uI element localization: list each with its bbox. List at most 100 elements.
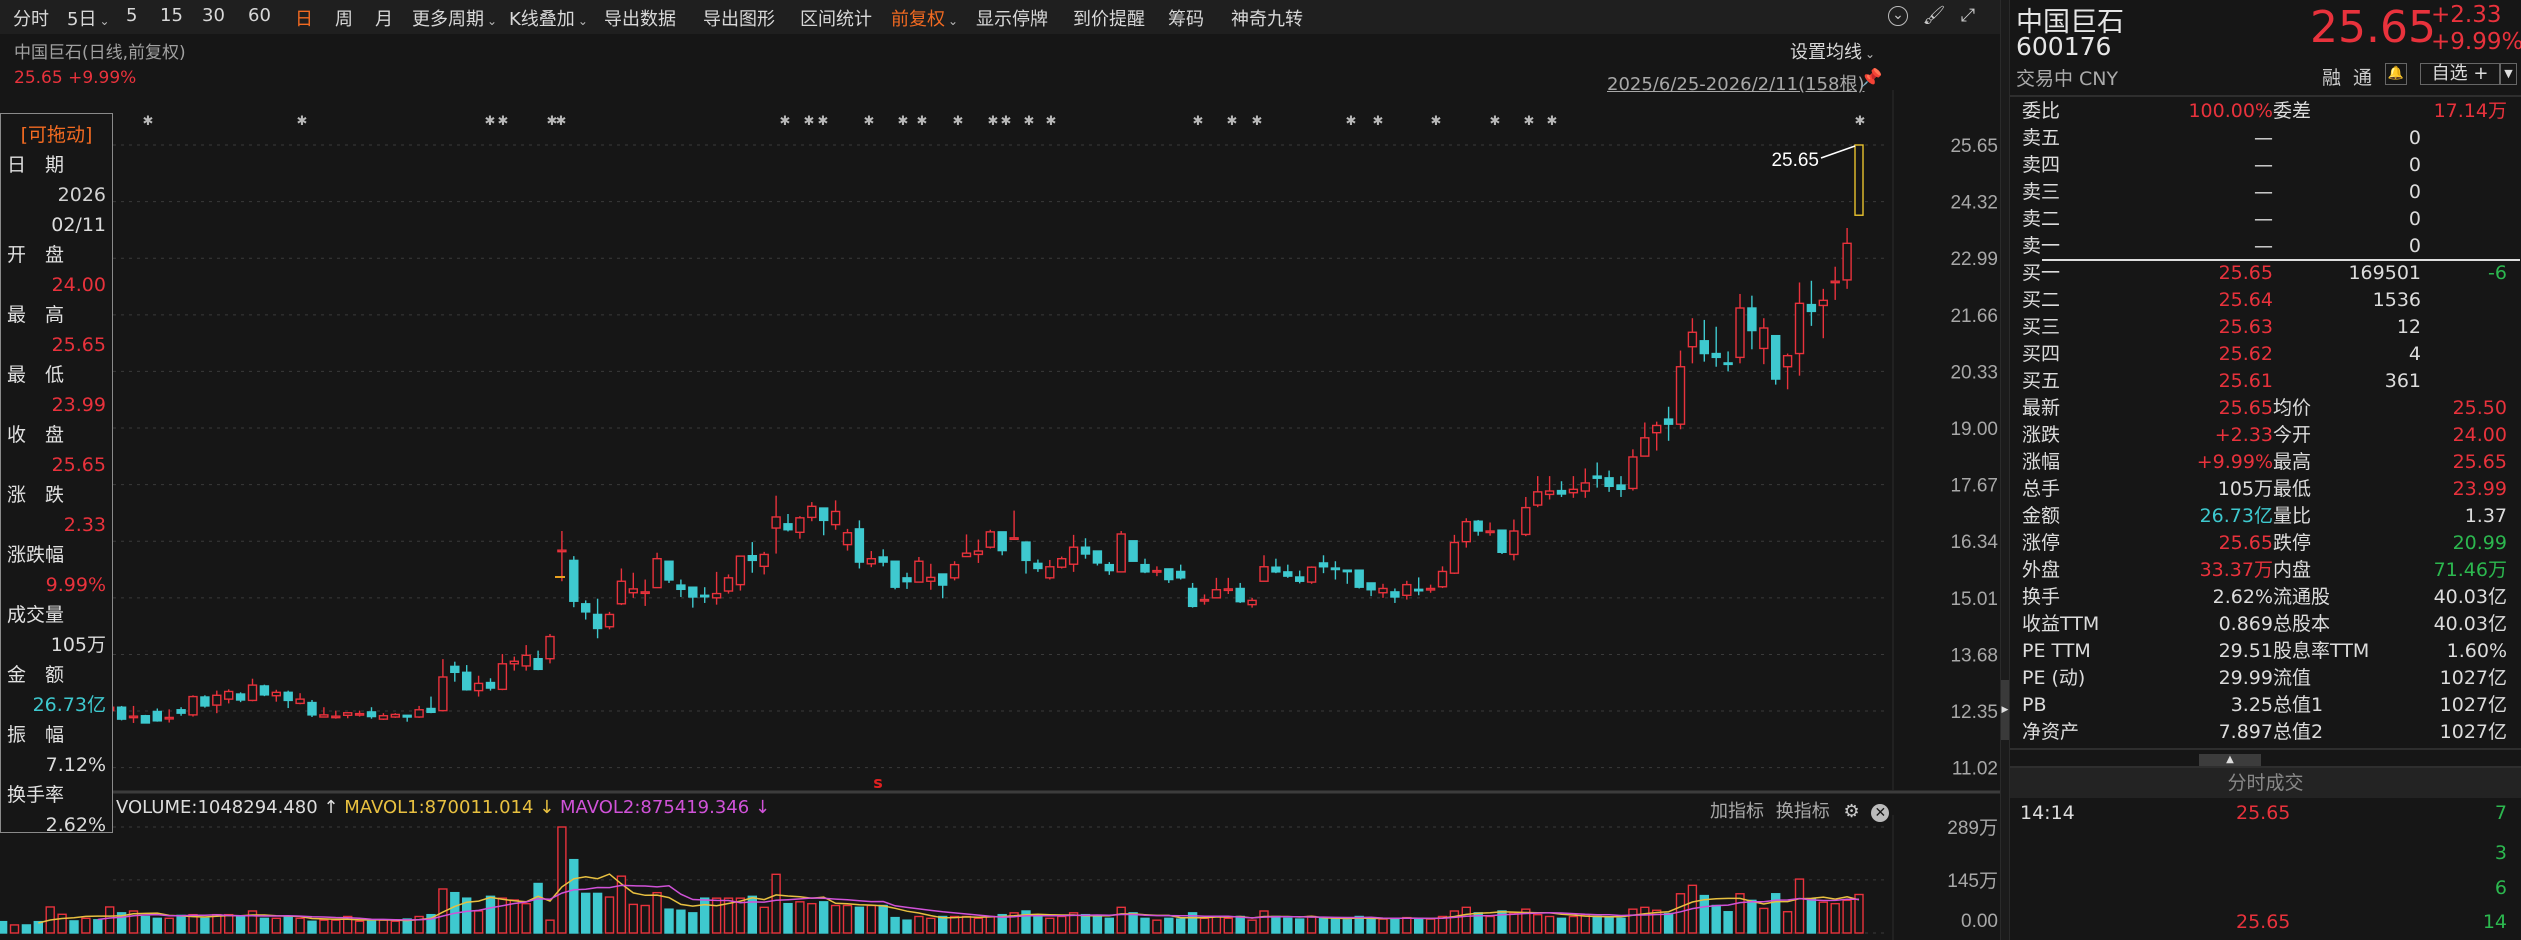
candle-body bbox=[1699, 340, 1710, 355]
volume-bar bbox=[1699, 894, 1710, 934]
add-watchlist-button[interactable]: 自选 + bbox=[2420, 63, 2500, 85]
mavol1-line bbox=[38, 873, 1860, 924]
price-tick-label: 21.66 bbox=[1950, 306, 1998, 327]
candle-body bbox=[1854, 144, 1864, 216]
event-marker-icon[interactable]: ✱ bbox=[818, 114, 829, 129]
switch-indicator-button[interactable]: 换指标 bbox=[1776, 801, 1830, 822]
event-marker-icon[interactable]: ✱ bbox=[1252, 114, 1263, 129]
info-label: 金 额 bbox=[7, 664, 65, 686]
candle bbox=[140, 714, 151, 724]
ask-row: 卖二 — 0 bbox=[2010, 206, 2521, 233]
event-marker-icon[interactable]: ✱ bbox=[804, 114, 815, 129]
stat-value: 71.46万 bbox=[2433, 559, 2507, 581]
stat-value: 40.03亿 bbox=[2433, 586, 2507, 608]
candle bbox=[545, 634, 555, 664]
event-marker-icon[interactable]: ✱ bbox=[297, 114, 308, 129]
stat-value: 20.99 bbox=[2452, 532, 2507, 554]
event-marker-icon[interactable]: ✱ bbox=[917, 114, 928, 129]
event-marker-icon[interactable]: ✱ bbox=[1524, 114, 1535, 129]
volume-legend: VOLUME:1048294.480 ↑ MAVOL1:870011.014 ↓… bbox=[116, 797, 770, 818]
alert-bell-button[interactable]: 🔔 bbox=[2385, 63, 2407, 85]
stat-row: 涨幅 +9.99% 最高 25.65 bbox=[2010, 449, 2521, 476]
event-marker-icon[interactable]: ✱ bbox=[1373, 114, 1384, 129]
mavol2-down-arrow-icon: ↓ bbox=[754, 797, 771, 818]
candle bbox=[1651, 421, 1662, 451]
trade-row[interactable]: 25.65 14 bbox=[2010, 909, 2521, 936]
event-marker-icon[interactable]: ✱ bbox=[1346, 114, 1357, 129]
volume-bar bbox=[319, 919, 329, 934]
pin-icon[interactable]: 📌 bbox=[1860, 68, 1882, 89]
event-marker-icon[interactable]: ✱ bbox=[143, 114, 154, 129]
expand-stats-handle[interactable]: ▲ bbox=[2199, 754, 2261, 766]
candle-body bbox=[711, 592, 722, 599]
volume-bar bbox=[819, 901, 829, 934]
event-marker-icon[interactable]: ✱ bbox=[1001, 114, 1012, 129]
signal-marker[interactable]: s bbox=[873, 773, 883, 792]
event-marker-icon[interactable]: ✱ bbox=[1547, 114, 1558, 129]
candle-body bbox=[521, 654, 531, 667]
candle-body bbox=[1056, 557, 1067, 568]
event-marker-icon[interactable]: ✱ bbox=[780, 114, 791, 129]
add-indicator-button[interactable]: 加指标 bbox=[1710, 801, 1764, 822]
info-label: 涨跌幅 bbox=[7, 544, 65, 566]
event-marker-icon[interactable]: ✱ bbox=[556, 114, 567, 129]
candle-body bbox=[1199, 598, 1210, 602]
trade-row[interactable]: 3 bbox=[2010, 840, 2521, 867]
candle bbox=[1818, 288, 1829, 339]
volume-bar bbox=[1604, 916, 1614, 934]
event-marker-icon[interactable]: ✱ bbox=[988, 114, 999, 129]
info-value: 23.99 bbox=[51, 394, 106, 416]
last-price: 25.65 bbox=[2310, 2, 2436, 53]
candle bbox=[533, 650, 543, 671]
candle-body bbox=[1437, 570, 1448, 588]
volume-value: VOLUME:1048294.480 bbox=[116, 797, 318, 818]
event-marker-icon[interactable]: ✱ bbox=[1046, 114, 1057, 129]
candle-body bbox=[1413, 588, 1424, 592]
info-value: 25.65 bbox=[51, 454, 106, 476]
event-marker-icon[interactable]: ✱ bbox=[1490, 114, 1501, 129]
bid-volume: 1536 bbox=[2372, 289, 2421, 311]
candle-body bbox=[1045, 566, 1055, 579]
candle bbox=[664, 560, 674, 583]
margin-badge[interactable]: 融 bbox=[2322, 63, 2341, 90]
trade-row[interactable]: 14:14 25.65 7 bbox=[2010, 800, 2521, 827]
event-marker-icon[interactable]: ✱ bbox=[953, 114, 964, 129]
close-icon[interactable]: ✕ bbox=[1871, 804, 1890, 822]
candle bbox=[1294, 570, 1305, 584]
candle-body bbox=[1806, 303, 1817, 313]
volume-bar bbox=[949, 915, 960, 934]
event-marker-icon[interactable]: ✱ bbox=[1431, 114, 1442, 129]
candle-body bbox=[247, 684, 258, 702]
ask-label: 卖三 bbox=[2022, 181, 2061, 203]
candle-body bbox=[378, 715, 389, 720]
event-marker-icon[interactable]: ✱ bbox=[864, 114, 875, 129]
volume-bar bbox=[961, 915, 972, 934]
event-marker-icon[interactable]: ✱ bbox=[1193, 114, 1204, 129]
candle bbox=[759, 551, 769, 575]
stat-label: 外盘 bbox=[2022, 559, 2061, 581]
collapse-handle-icon[interactable]: ▶ bbox=[2001, 680, 2009, 740]
connect-badge[interactable]: 通 bbox=[2353, 63, 2372, 90]
ma-setting-dropdown[interactable]: 设置均线 ⌄ bbox=[1790, 38, 1875, 64]
stat-label: 收益TTM bbox=[2022, 613, 2100, 635]
panel-splitter[interactable]: ▶ bbox=[2000, 0, 2010, 940]
candle-body bbox=[533, 657, 543, 671]
date-range-link[interactable]: 2025/6/25-2026/2/11(158根) bbox=[1607, 70, 1864, 96]
drag-hint[interactable]: [可拖动] bbox=[7, 120, 106, 150]
gear-icon[interactable]: ⚙ bbox=[1843, 801, 1859, 822]
volume-bar bbox=[1116, 906, 1126, 934]
event-marker-icon[interactable]: ✱ bbox=[898, 114, 909, 129]
watchlist-dropdown-icon[interactable]: ▼ bbox=[2500, 63, 2517, 85]
ask-label: 卖四 bbox=[2022, 154, 2061, 176]
event-marker-icon[interactable]: ✱ bbox=[1855, 114, 1866, 129]
event-marker-icon[interactable]: ✱ bbox=[1227, 114, 1238, 129]
volume-bar bbox=[93, 919, 103, 934]
candle-body bbox=[152, 710, 163, 722]
event-marker-icon[interactable]: ✱ bbox=[485, 114, 496, 129]
volume-bar bbox=[9, 924, 20, 934]
event-marker-icon[interactable]: ✱ bbox=[498, 114, 509, 129]
trade-row[interactable]: 6 bbox=[2010, 875, 2521, 902]
crosshair-info-box[interactable]: [可拖动] 日 期 2026 02/11 开 盘 24.00 最 高 25.65 最 低 23.9… bbox=[0, 113, 113, 836]
event-marker-icon[interactable]: ✱ bbox=[1024, 114, 1035, 129]
volume-bar bbox=[1747, 899, 1757, 934]
